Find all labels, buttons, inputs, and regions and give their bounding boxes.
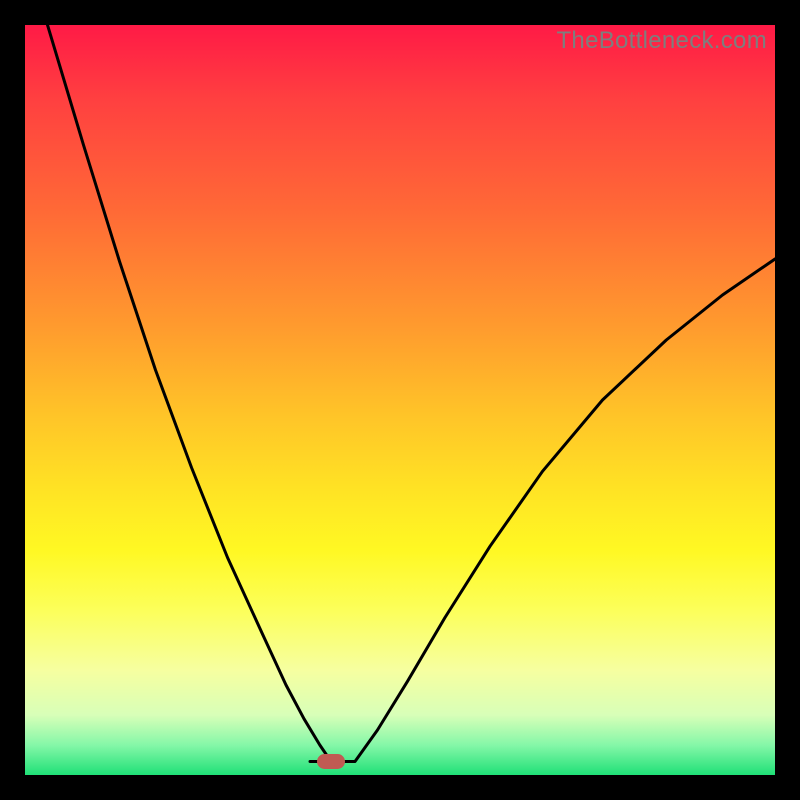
plot-area: TheBottleneck.com — [25, 25, 775, 775]
bottleneck-curve — [25, 25, 775, 775]
outer-frame: TheBottleneck.com — [0, 0, 800, 800]
optimal-point-marker — [317, 754, 345, 769]
